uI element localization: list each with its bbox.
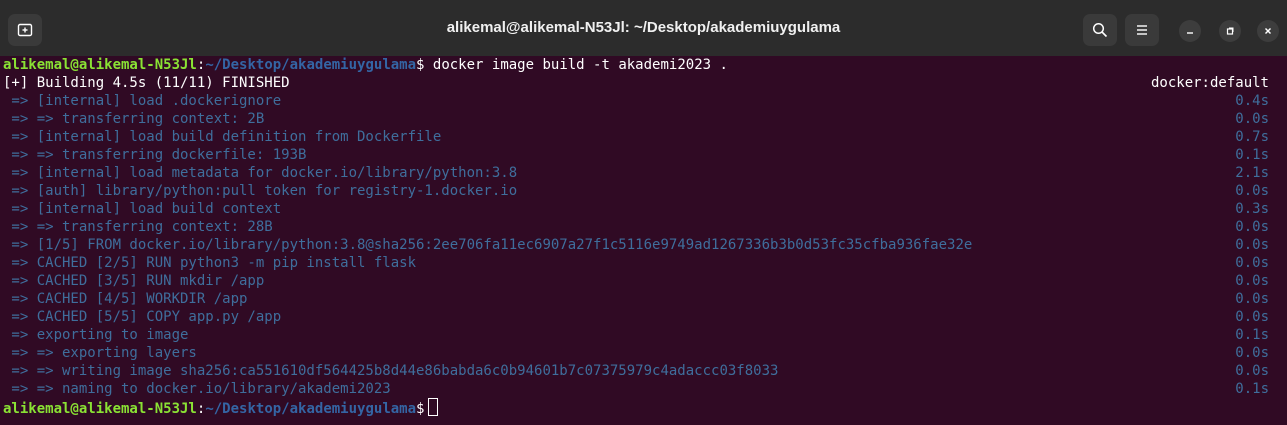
- build-steps: => [internal] load .dockerignore 0.4s => …: [0, 92, 1269, 398]
- build-step-text: => [internal] load build definition from…: [3, 129, 442, 145]
- search-button[interactable]: [1083, 14, 1117, 46]
- build-step-line: => => writing image sha256:ca551610df564…: [0, 362, 1269, 380]
- maximize-button[interactable]: [1219, 20, 1241, 42]
- build-step-line: => [internal] load build context 0.3s: [0, 200, 1269, 218]
- build-step-line: => CACHED [2/5] RUN python3 -m pip insta…: [0, 254, 1269, 272]
- builder-name: docker:default: [1150, 75, 1269, 91]
- close-button[interactable]: [1257, 20, 1279, 42]
- build-step-line: => exporting to image 0.1s: [0, 326, 1269, 344]
- prompt-user: alikemal@alikemal-N53Jl: [3, 57, 197, 73]
- build-status: [+] Building 4.5s (11/11) FINISHED: [3, 75, 290, 91]
- build-step-line: => => transferring context: 28B 0.0s: [0, 218, 1269, 236]
- build-step-text: => => writing image sha256:ca551610df564…: [3, 363, 779, 379]
- build-step-line: => [auth] library/python:pull token for …: [0, 182, 1269, 200]
- prompt-user: alikemal@alikemal-N53Jl: [3, 401, 197, 417]
- build-step-time: 0.4s: [1235, 93, 1269, 109]
- build-step-text: => => transferring context: 28B: [3, 219, 273, 235]
- search-icon: [1092, 22, 1108, 38]
- prompt-path: ~/Desktop/akademiuygulama: [205, 401, 417, 417]
- build-step-time: 0.0s: [1235, 255, 1269, 271]
- build-step-text: => [internal] load build context: [3, 201, 282, 217]
- build-step-time: 0.0s: [1235, 219, 1269, 235]
- minimize-button[interactable]: [1179, 20, 1201, 42]
- prompt-path: ~/Desktop/akademiuygulama: [205, 57, 417, 73]
- command-text: docker image build -t akademi2023 .: [424, 57, 728, 73]
- build-step-text: => => naming to docker.io/library/akadem…: [3, 381, 391, 397]
- build-step-text: => CACHED [2/5] RUN python3 -m pip insta…: [3, 255, 417, 271]
- current-prompt-line: alikemal@alikemal-N53Jl:~/Desktop/akadem…: [0, 398, 1269, 417]
- build-step-line: => => naming to docker.io/library/akadem…: [0, 380, 1269, 398]
- build-step-line: => CACHED [4/5] WORKDIR /app 0.0s: [0, 290, 1269, 308]
- maximize-icon: [1226, 27, 1234, 35]
- build-step-text: => CACHED [5/5] COPY app.py /app: [3, 309, 282, 325]
- build-step-line: => [internal] load .dockerignore 0.4s: [0, 92, 1269, 110]
- build-step-text: => CACHED [4/5] WORKDIR /app: [3, 291, 248, 307]
- build-step-text: => CACHED [3/5] RUN mkdir /app: [3, 273, 265, 289]
- build-step-time: 0.0s: [1235, 291, 1269, 307]
- build-step-line: => [internal] load metadata for docker.i…: [0, 164, 1269, 182]
- build-step-line: => CACHED [3/5] RUN mkdir /app 0.0s: [0, 272, 1269, 290]
- build-step-text: => exporting to image: [3, 327, 189, 343]
- build-step-time: 0.0s: [1235, 363, 1269, 379]
- build-step-time: 0.0s: [1235, 309, 1269, 325]
- build-step-time: 0.1s: [1235, 381, 1269, 397]
- build-step-text: => => exporting layers: [3, 345, 197, 361]
- build-step-time: 2.1s: [1235, 165, 1269, 181]
- build-step-text: => [internal] load metadata for docker.i…: [3, 165, 518, 181]
- build-step-line: => => exporting layers 0.0s: [0, 344, 1269, 362]
- prompt-symbol: $: [416, 401, 425, 417]
- build-step-time: 0.1s: [1235, 327, 1269, 343]
- build-step-time: 0.7s: [1235, 129, 1269, 145]
- build-step-line: => => transferring context: 2B 0.0s: [0, 110, 1269, 128]
- terminal-window: alikemal@alikemal-N53Jl: ~/Desktop/akade…: [0, 0, 1287, 425]
- build-step-time: 0.3s: [1235, 201, 1269, 217]
- build-step-time: 0.0s: [1235, 183, 1269, 199]
- build-step-text: => [internal] load .dockerignore: [3, 93, 282, 109]
- hamburger-menu-icon: [1137, 25, 1147, 35]
- menu-button[interactable]: [1125, 14, 1159, 46]
- build-step-time: 0.0s: [1235, 237, 1269, 253]
- build-step-line: => => transferring dockerfile: 193B 0.1s: [0, 146, 1269, 164]
- build-header: [+] Building 4.5s (11/11) FINISHED docker…: [0, 74, 1269, 92]
- title-bar: alikemal@alikemal-N53Jl: ~/Desktop/akade…: [0, 0, 1287, 56]
- build-step-text: => => transferring dockerfile: 193B: [3, 147, 307, 163]
- text-cursor: [428, 398, 439, 416]
- build-step-line: => CACHED [5/5] COPY app.py /app 0.0s: [0, 308, 1269, 326]
- build-step-text: => => transferring context: 2B: [3, 111, 265, 127]
- terminal-output[interactable]: alikemal@alikemal-N53Jl:~/Desktop/akadem…: [0, 56, 1269, 425]
- build-step-time: 0.0s: [1235, 345, 1269, 361]
- build-step-time: 0.1s: [1235, 147, 1269, 163]
- build-step-line: => [internal] load build definition from…: [0, 128, 1269, 146]
- build-step-time: 0.0s: [1235, 111, 1269, 127]
- minimize-icon: [1187, 32, 1193, 34]
- build-step-line: => [1/5] FROM docker.io/library/python:3…: [0, 236, 1269, 254]
- build-step-text: => [1/5] FROM docker.io/library/python:3…: [3, 237, 973, 253]
- command-line: alikemal@alikemal-N53Jl:~/Desktop/akadem…: [0, 56, 1269, 74]
- build-step-text: => [auth] library/python:pull token for …: [3, 183, 518, 199]
- build-step-time: 0.0s: [1235, 273, 1269, 289]
- close-icon: [1265, 28, 1271, 34]
